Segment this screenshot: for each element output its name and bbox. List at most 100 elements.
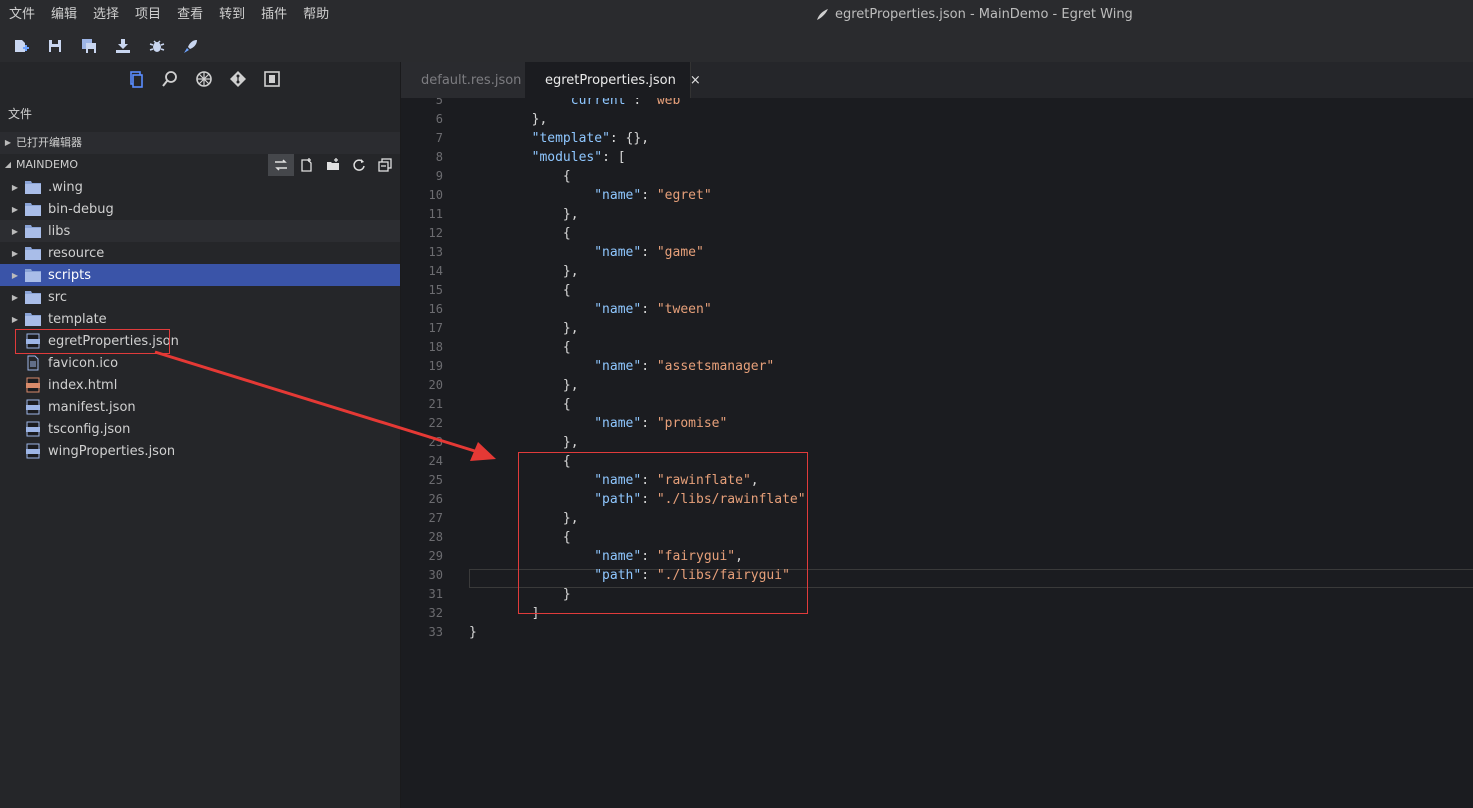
menu-item[interactable]: 查看 (169, 0, 211, 30)
collapse-all-icon[interactable] (372, 154, 398, 176)
close-icon[interactable]: × (690, 73, 701, 88)
json-punct (469, 492, 594, 507)
tree-folder[interactable]: ▶ .wing (0, 176, 400, 198)
tree-folder[interactable]: ▶ libs (0, 220, 400, 242)
folder-icon (18, 290, 48, 304)
code-text: } (469, 623, 477, 642)
json-punct: : (641, 492, 657, 507)
save-all-icon[interactable] (72, 30, 106, 62)
tree-item-label: index.html (48, 377, 118, 393)
tree-folder[interactable]: ▶ bin-debug (0, 198, 400, 220)
json-punct: : (641, 568, 657, 583)
tree-file[interactable]: favicon.ico (0, 352, 400, 374)
json-punct (469, 473, 594, 488)
code-editor[interactable]: 5 "current": "web" 6 }, 7 "template": {}, 8… (401, 98, 1473, 808)
save-icon[interactable] (38, 30, 72, 62)
tab-default-res-json[interactable]: default.res.json (401, 62, 525, 98)
json-string: "egret" (656, 188, 712, 203)
line-number: 5 (435, 98, 443, 107)
json-string: "tween" (656, 302, 712, 317)
open-editors-label: 已打开编辑器 (16, 136, 82, 149)
line-number: 9 (435, 169, 443, 183)
tree-folder[interactable]: ▶ scripts (0, 264, 400, 286)
code-line: 18 { (401, 338, 1473, 357)
code-text: { (469, 452, 571, 471)
code-line: 17 }, (401, 319, 1473, 338)
code-text: "path": "./libs/fairygui" (469, 566, 790, 585)
files-icon[interactable] (119, 62, 153, 96)
code-text: "name": "egret" (469, 186, 712, 205)
menu-item[interactable]: 转到 (211, 0, 253, 30)
tree-file[interactable]: manifest.json (0, 396, 400, 418)
tab-egret-properties-json[interactable]: egretProperties.json × (525, 62, 701, 98)
code-text: "path": "./libs/rawinflate" (469, 490, 805, 509)
code-line: 11 }, (401, 205, 1473, 224)
debug-bug-icon[interactable] (140, 30, 174, 62)
line-number: 10 (428, 188, 443, 202)
json-punct (469, 435, 563, 450)
open-editors-section[interactable]: ▶ 已打开编辑器 (0, 132, 400, 154)
new-file-icon[interactable] (4, 30, 38, 62)
folder-icon (18, 224, 48, 238)
tree-file[interactable]: egretProperties.json (0, 330, 400, 352)
chevron-right-icon: ▶ (11, 226, 18, 236)
tree-file[interactable]: wingProperties.json (0, 440, 400, 462)
menu-item[interactable]: 项目 (127, 0, 169, 30)
code-text: "name": "assetsmanager" (469, 357, 774, 376)
code-line: 10 "name": "egret" (401, 186, 1473, 205)
code-text: "name": "tween" (469, 300, 712, 319)
new-file-icon[interactable] (294, 154, 320, 176)
new-folder-icon[interactable] (320, 154, 346, 176)
line-number: 28 (428, 530, 443, 544)
json-punct: : (641, 416, 657, 431)
json-key: "template" (531, 131, 610, 146)
menu-item[interactable]: 选择 (85, 0, 127, 30)
line-number: 19 (428, 359, 443, 373)
line-number: 27 (428, 511, 443, 525)
tree-folder[interactable]: ▶ template (0, 308, 400, 330)
json-string: "rawinflate" (656, 473, 751, 488)
json-file-icon (18, 399, 48, 415)
code-line: 15 { (401, 281, 1473, 300)
line-number: 16 (428, 302, 443, 316)
tree-item-label: bin-debug (48, 201, 114, 217)
json-punct (469, 321, 563, 336)
json-key: "path" (594, 492, 642, 507)
code-line: 33} (401, 623, 1473, 642)
json-punct (469, 568, 594, 583)
menu-item[interactable]: 编辑 (43, 0, 85, 30)
download-icon[interactable] (106, 30, 140, 62)
json-key: "name" (594, 549, 642, 564)
tree-file[interactable]: tsconfig.json (0, 418, 400, 440)
tree-folder[interactable]: ▶ src (0, 286, 400, 308)
json-punct: : (641, 302, 657, 317)
rocket-run-icon[interactable] (174, 30, 208, 62)
json-punct (469, 226, 563, 241)
menu-item[interactable]: 帮助 (295, 0, 337, 30)
json-punct (469, 245, 594, 260)
folder-icon (18, 246, 48, 260)
settings-wheel-icon[interactable] (187, 62, 221, 96)
git-icon[interactable] (221, 62, 255, 96)
project-actions (268, 154, 398, 176)
json-key: "path" (594, 568, 642, 583)
search-icon[interactable] (153, 62, 187, 96)
refresh-icon[interactable] (346, 154, 372, 176)
link-with-editor-icon[interactable] (268, 154, 294, 176)
menu-item[interactable]: 文件 (0, 0, 43, 30)
json-punct: { (562, 169, 571, 184)
code-text: "name": "fairygui", (469, 547, 743, 566)
tree-file[interactable]: index.html (0, 374, 400, 396)
code-text: { (469, 338, 571, 357)
line-number: 13 (428, 245, 443, 259)
tree-item-label: template (48, 311, 107, 327)
layout-icon[interactable] (255, 62, 289, 96)
sidebar-view-tabs (0, 62, 400, 96)
line-number: 31 (428, 587, 443, 601)
json-file-icon (18, 333, 48, 349)
window-title: egretProperties.json - MainDemo - Egret … (815, 0, 1133, 30)
json-punct (469, 416, 594, 431)
project-section[interactable]: ◢ MAINDEMO (0, 154, 400, 176)
menu-item[interactable]: 插件 (253, 0, 295, 30)
tree-folder[interactable]: ▶ resource (0, 242, 400, 264)
